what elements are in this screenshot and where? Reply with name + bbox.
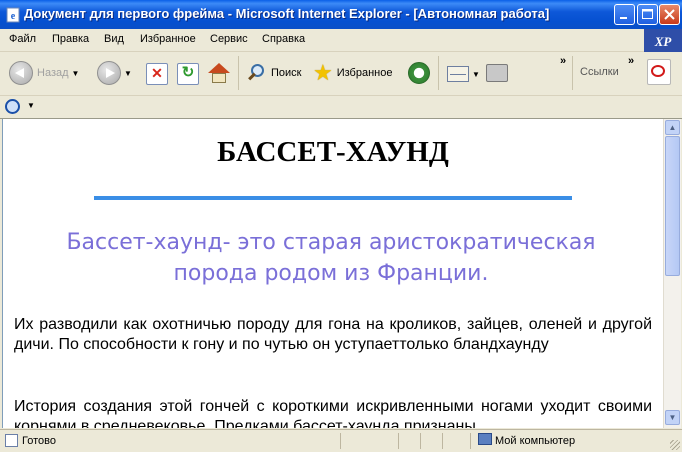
stop-button[interactable]: ✕	[146, 63, 168, 85]
toolbar-separator	[572, 56, 573, 90]
computer-icon	[478, 433, 492, 445]
lead-paragraph: Бассет-хаунд- это старая аристократическ…	[66, 230, 596, 286]
window-title: Документ для первого фрейма - Microsoft …	[24, 6, 550, 21]
menu-help[interactable]: Справка	[262, 33, 305, 45]
security-zone-text: Мой компьютер	[495, 435, 576, 447]
search-label: Поиск	[271, 67, 302, 79]
status-separator	[398, 433, 399, 449]
windows-logo: XP	[644, 29, 682, 54]
mail-icon	[447, 66, 469, 82]
history-icon	[408, 62, 430, 84]
svg-text:e: e	[11, 11, 16, 22]
forward-arrow-icon	[97, 61, 121, 85]
page-title: БАССЕТ-ХАУНД	[217, 136, 449, 168]
status-separator	[340, 433, 341, 449]
scroll-up-button[interactable]: ▲	[665, 120, 680, 135]
status-separator	[442, 433, 443, 449]
back-button[interactable]: Назад ▼	[9, 61, 79, 85]
links-overflow-chevron[interactable]: »	[628, 55, 634, 67]
search-button[interactable]: Поиск	[247, 63, 301, 83]
acrobat-icon[interactable]	[647, 59, 671, 85]
maximize-button[interactable]	[637, 4, 658, 25]
title-bar: e Документ для первого фрейма - Microsof…	[0, 0, 682, 29]
toolbar-separator	[238, 56, 239, 90]
scroll-down-button[interactable]: ▼	[665, 410, 680, 425]
menu-file[interactable]: Файл	[9, 33, 36, 45]
links-label[interactable]: Ссылки	[580, 66, 619, 78]
ie-logo-icon[interactable]	[5, 99, 20, 114]
ie-page-icon: e	[5, 7, 21, 23]
stop-icon: ✕	[146, 63, 168, 85]
star-icon: ★	[313, 60, 333, 85]
print-button[interactable]	[486, 64, 508, 82]
refresh-button[interactable]: ↻	[177, 63, 199, 85]
search-icon	[247, 63, 267, 83]
status-separator	[470, 433, 471, 449]
forward-button[interactable]: ▼	[97, 61, 132, 85]
favorites-label: Избранное	[336, 67, 393, 79]
history-button[interactable]	[408, 62, 430, 84]
resize-grip[interactable]	[670, 440, 680, 450]
close-button[interactable]	[659, 4, 680, 25]
home-icon	[208, 63, 230, 83]
mail-dropdown-icon[interactable]: ▼	[472, 70, 480, 79]
back-label: Назад	[37, 67, 69, 79]
refresh-icon: ↻	[177, 63, 199, 85]
vertical-scrollbar[interactable]: ▲ ▼	[663, 119, 681, 428]
forward-dropdown-icon[interactable]: ▼	[124, 69, 132, 78]
status-bar: Готово Мой компьютер	[0, 429, 682, 452]
printer-icon	[486, 64, 508, 82]
toolbar: Назад ▼ ▼ ✕ ↻ Поиск ★ Избранное ▼ » Ссыл…	[0, 52, 682, 96]
menu-favorites[interactable]: Избранное	[140, 33, 196, 45]
minimize-button[interactable]	[614, 4, 635, 25]
horizontal-rule	[94, 196, 572, 200]
menu-tools[interactable]: Сервис	[210, 33, 248, 45]
toolbar-overflow-chevron[interactable]: »	[560, 55, 566, 67]
menu-edit[interactable]: Правка	[52, 33, 89, 45]
scroll-thumb[interactable]	[665, 136, 680, 276]
back-dropdown-icon[interactable]: ▼	[72, 69, 80, 78]
toolbar-separator	[438, 56, 439, 90]
menu-bar: Файл Правка Вид Избранное Сервис Справка	[0, 29, 682, 52]
mail-button[interactable]: ▼	[447, 66, 480, 82]
paragraph-1: Их разводили как охотничью породу для го…	[14, 316, 652, 353]
page-viewport: БАССЕТ-ХАУНД Бассет-хаунд- это старая ар…	[2, 119, 663, 428]
page-status-icon	[5, 434, 18, 447]
status-separator	[420, 433, 421, 449]
back-arrow-icon	[9, 61, 33, 85]
address-dropdown-icon[interactable]: ▼	[27, 101, 35, 110]
home-button[interactable]	[208, 63, 230, 83]
favorites-button[interactable]: ★ Избранное	[313, 62, 392, 84]
address-bar: ▼	[0, 96, 682, 119]
status-text: Готово	[22, 435, 56, 447]
menu-view[interactable]: Вид	[104, 33, 124, 45]
paragraph-2: История создания этой гончей с короткими…	[14, 398, 652, 428]
